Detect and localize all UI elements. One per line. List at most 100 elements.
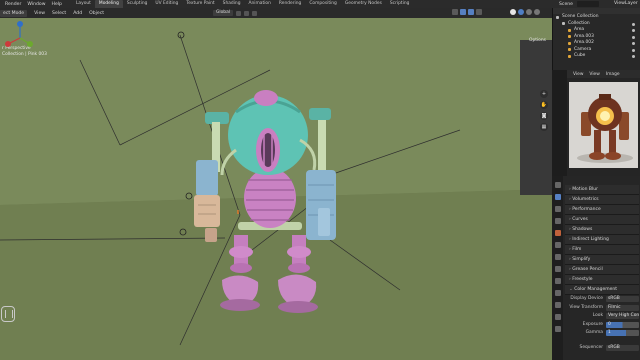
eye-icon[interactable] <box>632 22 635 26</box>
eye-icon[interactable] <box>632 42 635 45</box>
rendered-shading-icon[interactable] <box>534 9 540 15</box>
view-layer-label[interactable]: ViewLayer <box>614 0 638 8</box>
view-transform-dropdown[interactable]: Filmic <box>606 304 639 311</box>
section-indirect-lighting[interactable]: Indirect Lighting <box>565 235 639 245</box>
section-curves[interactable]: Curves <box>565 215 639 225</box>
tab-animation[interactable]: Animation <box>245 0 275 8</box>
collection-icon <box>562 22 565 26</box>
proportional-edit-icon[interactable] <box>252 10 258 16</box>
y-axis-icon[interactable] <box>27 41 33 47</box>
image-menu-view-2[interactable]: View <box>589 72 599 77</box>
z-axis-icon[interactable] <box>17 21 23 27</box>
options-dropdown[interactable]: Options <box>529 38 546 43</box>
wireframe-shading-icon[interactable] <box>510 9 516 15</box>
snap-icon[interactable] <box>244 10 250 16</box>
output-tab-icon[interactable] <box>555 206 561 212</box>
xray-icon[interactable] <box>476 9 482 15</box>
tab-shading[interactable]: Shading <box>219 0 245 8</box>
tab-rendering[interactable]: Rendering <box>275 0 305 8</box>
section-performance[interactable]: Performance <box>565 205 639 215</box>
modifier-tab-icon[interactable] <box>555 266 561 272</box>
section-grease-pencil[interactable]: Grease Pencil <box>565 265 639 275</box>
field-sequencer: Sequencer sRGB <box>565 344 639 353</box>
field-label: View Transform <box>569 304 603 310</box>
eye-icon[interactable] <box>632 48 635 52</box>
look-dropdown[interactable]: Very High Con <box>606 313 639 319</box>
tab-modeling[interactable]: Modeling <box>94 0 123 8</box>
menu-add[interactable]: Add <box>73 11 82 16</box>
light-icon <box>568 28 571 32</box>
field-display-device: Display Device sRGB <box>565 295 639 304</box>
sequencer-dropdown[interactable]: sRGB <box>606 344 639 351</box>
orientation-dropdown[interactable]: Global <box>213 10 234 16</box>
material-tab-icon[interactable] <box>555 326 561 332</box>
eye-icon[interactable] <box>632 29 635 32</box>
world-tab-icon[interactable] <box>555 242 561 248</box>
3d-viewport[interactable]: r Perspective Collection | Pink 003 Opti… <box>0 18 552 360</box>
toolbar-toggle-icon[interactable] <box>1 306 15 322</box>
section-simplify[interactable]: Simplify <box>565 255 639 265</box>
menu-help[interactable]: Help <box>51 2 67 7</box>
reference-render-image <box>569 82 638 168</box>
section-volumetrics[interactable]: Volumetrics <box>565 195 639 205</box>
image-editor-header: View View Image <box>567 70 640 78</box>
tab-scripting[interactable]: Scripting <box>386 0 414 8</box>
field-label: Exposure <box>582 321 603 327</box>
display-device-dropdown[interactable]: sRGB <box>606 296 639 302</box>
navigation-gizmo[interactable] <box>0 18 34 58</box>
x-axis-icon[interactable] <box>5 41 11 47</box>
menu-window[interactable]: Window <box>27 2 51 7</box>
view-layer-tab-icon[interactable] <box>555 218 561 224</box>
particles-tab-icon[interactable] <box>555 278 561 284</box>
section-color-management[interactable]: Color Management <box>565 285 639 295</box>
camera-view-icon[interactable]: ◙ <box>540 112 548 120</box>
section-shadows[interactable]: Shadows <box>565 225 639 235</box>
tab-geometry-nodes[interactable]: Geometry Nodes <box>341 0 386 8</box>
image-menu-view[interactable]: View <box>573 72 583 77</box>
outliner-row[interactable]: Cube <box>553 53 640 60</box>
viewport-header: ect Mode View Select Add Object Global <box>0 8 552 18</box>
tab-texture-paint[interactable]: Texture Paint <box>182 0 218 8</box>
grid-view-icon[interactable]: ▦ <box>540 123 548 131</box>
solid-shading-icon[interactable] <box>518 9 524 15</box>
section-film[interactable]: Film <box>565 245 639 255</box>
tab-uv-editing[interactable]: UV Editing <box>151 0 182 8</box>
menu-view[interactable]: View <box>34 11 45 16</box>
object-tab-icon[interactable] <box>555 254 561 260</box>
constraints-tab-icon[interactable] <box>555 302 561 308</box>
material-shading-icon[interactable] <box>526 9 532 15</box>
light-icon <box>568 41 571 45</box>
exposure-slider[interactable]: 0 <box>606 321 639 328</box>
section-motion-blur[interactable]: Motion Blur <box>565 185 639 195</box>
tab-layout[interactable]: Layout <box>72 0 95 8</box>
eye-icon[interactable] <box>632 55 635 58</box>
menu-render[interactable]: Render <box>5 2 27 7</box>
render-tab-icon[interactable] <box>555 194 561 200</box>
tool-tab-icon[interactable] <box>555 182 561 188</box>
physics-tab-icon[interactable] <box>555 290 561 296</box>
field-label: Gamma <box>585 330 603 335</box>
scene-tab-icon[interactable] <box>555 230 561 236</box>
image-menu-image[interactable]: Image <box>606 72 620 77</box>
scene-selector[interactable]: Scene <box>556 0 600 8</box>
visibility-icon[interactable] <box>452 9 458 15</box>
menu-select[interactable]: Select <box>52 11 66 16</box>
overlay-toggle-icon[interactable] <box>468 9 474 15</box>
tab-sculpting[interactable]: Sculpting <box>123 0 152 8</box>
section-freestyle[interactable]: Freestyle <box>565 275 639 285</box>
menu-object[interactable]: Object <box>89 11 104 16</box>
scene-label: Scene <box>559 1 574 7</box>
render-properties-list: Motion Blur Volumetrics Performance Curv… <box>565 185 639 352</box>
pivot-icon[interactable] <box>236 10 242 16</box>
data-tab-icon[interactable] <box>555 314 561 320</box>
mode-selector[interactable]: ect Mode <box>0 9 28 17</box>
tab-compositing[interactable]: Compositing <box>305 0 341 8</box>
scene-collection-icon <box>556 15 559 19</box>
gamma-slider[interactable]: 1 <box>606 330 639 336</box>
scene-name-field[interactable] <box>577 1 600 7</box>
eye-icon[interactable] <box>632 35 635 39</box>
zoom-icon[interactable]: + <box>540 90 548 98</box>
gizmo-toggle-icon[interactable] <box>460 9 466 15</box>
field-view-transform: View Transform Filmic <box>565 304 639 313</box>
pan-hand-icon[interactable]: ✋ <box>540 101 548 109</box>
